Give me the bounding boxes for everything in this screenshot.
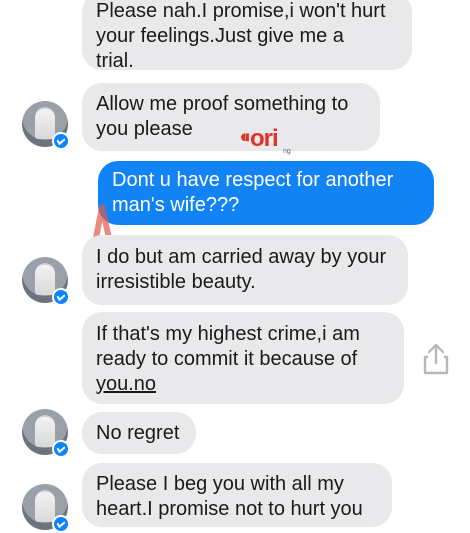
logo-subtext: ng: [283, 148, 291, 155]
message-text: If that's my highest crime,i am: [96, 323, 360, 345]
message-text: Please nah.I promise,i won't hurt: [96, 0, 386, 22]
message-text: you.no: [96, 373, 157, 395]
message-bubble-7[interactable]: Please I beg you with all my heart.I pro…: [82, 463, 392, 527]
message-text: Dont u have respect for another: [112, 169, 394, 191]
message-text: man's wife???: [112, 194, 240, 216]
message-text: Please I beg you with all my: [96, 473, 344, 495]
messenger-badge-icon: [52, 440, 70, 458]
message-text: trial.: [96, 50, 134, 72]
message-text: you please: [96, 118, 193, 140]
messenger-badge-icon: [52, 132, 70, 150]
message-text: irresistible beauty.: [96, 271, 256, 293]
messenger-badge-icon: [52, 288, 70, 306]
message-text: Allow me proof something to: [96, 93, 349, 115]
message-bubble-2[interactable]: Allow me proof something to you please: [82, 83, 380, 151]
message-bubble-1[interactable]: Please nah.I promise,i won't hurt your f…: [82, 0, 412, 72]
message-bubble-5[interactable]: If that's my highest crime,i am ready to…: [82, 312, 404, 404]
share-icon[interactable]: [422, 342, 450, 376]
message-text: heart.I promise not to hurt you: [96, 498, 363, 520]
site-logo: ⁌ori ng: [239, 124, 291, 155]
message-text: ready to commit it because of: [96, 348, 358, 370]
message-bubble-3[interactable]: Dont u have respect for another man's wi…: [98, 161, 434, 225]
messenger-badge-icon: [52, 515, 70, 533]
logo-mark-icon: ⁌: [239, 125, 251, 152]
message-text: your feelings.Just give me a: [96, 25, 344, 47]
message-bubble-6[interactable]: No regret: [82, 412, 196, 454]
message-bubble-4[interactable]: I do but am carried away by your irresis…: [82, 235, 408, 305]
logo-text: ori: [250, 125, 279, 152]
message-text: I do but am carried away by your: [96, 246, 387, 268]
message-text: No regret: [96, 422, 180, 444]
